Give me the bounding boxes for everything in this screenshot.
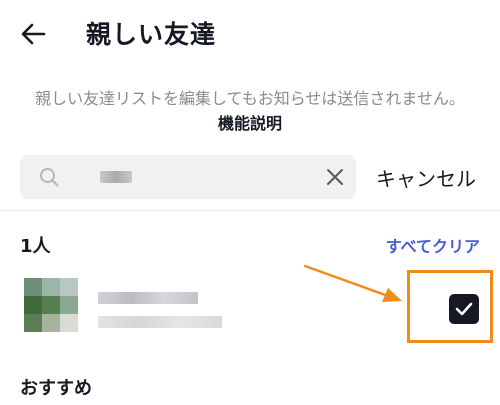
annotation-arrow-icon: [303, 264, 402, 302]
recommend-section-title: おすすめ: [20, 378, 92, 399]
